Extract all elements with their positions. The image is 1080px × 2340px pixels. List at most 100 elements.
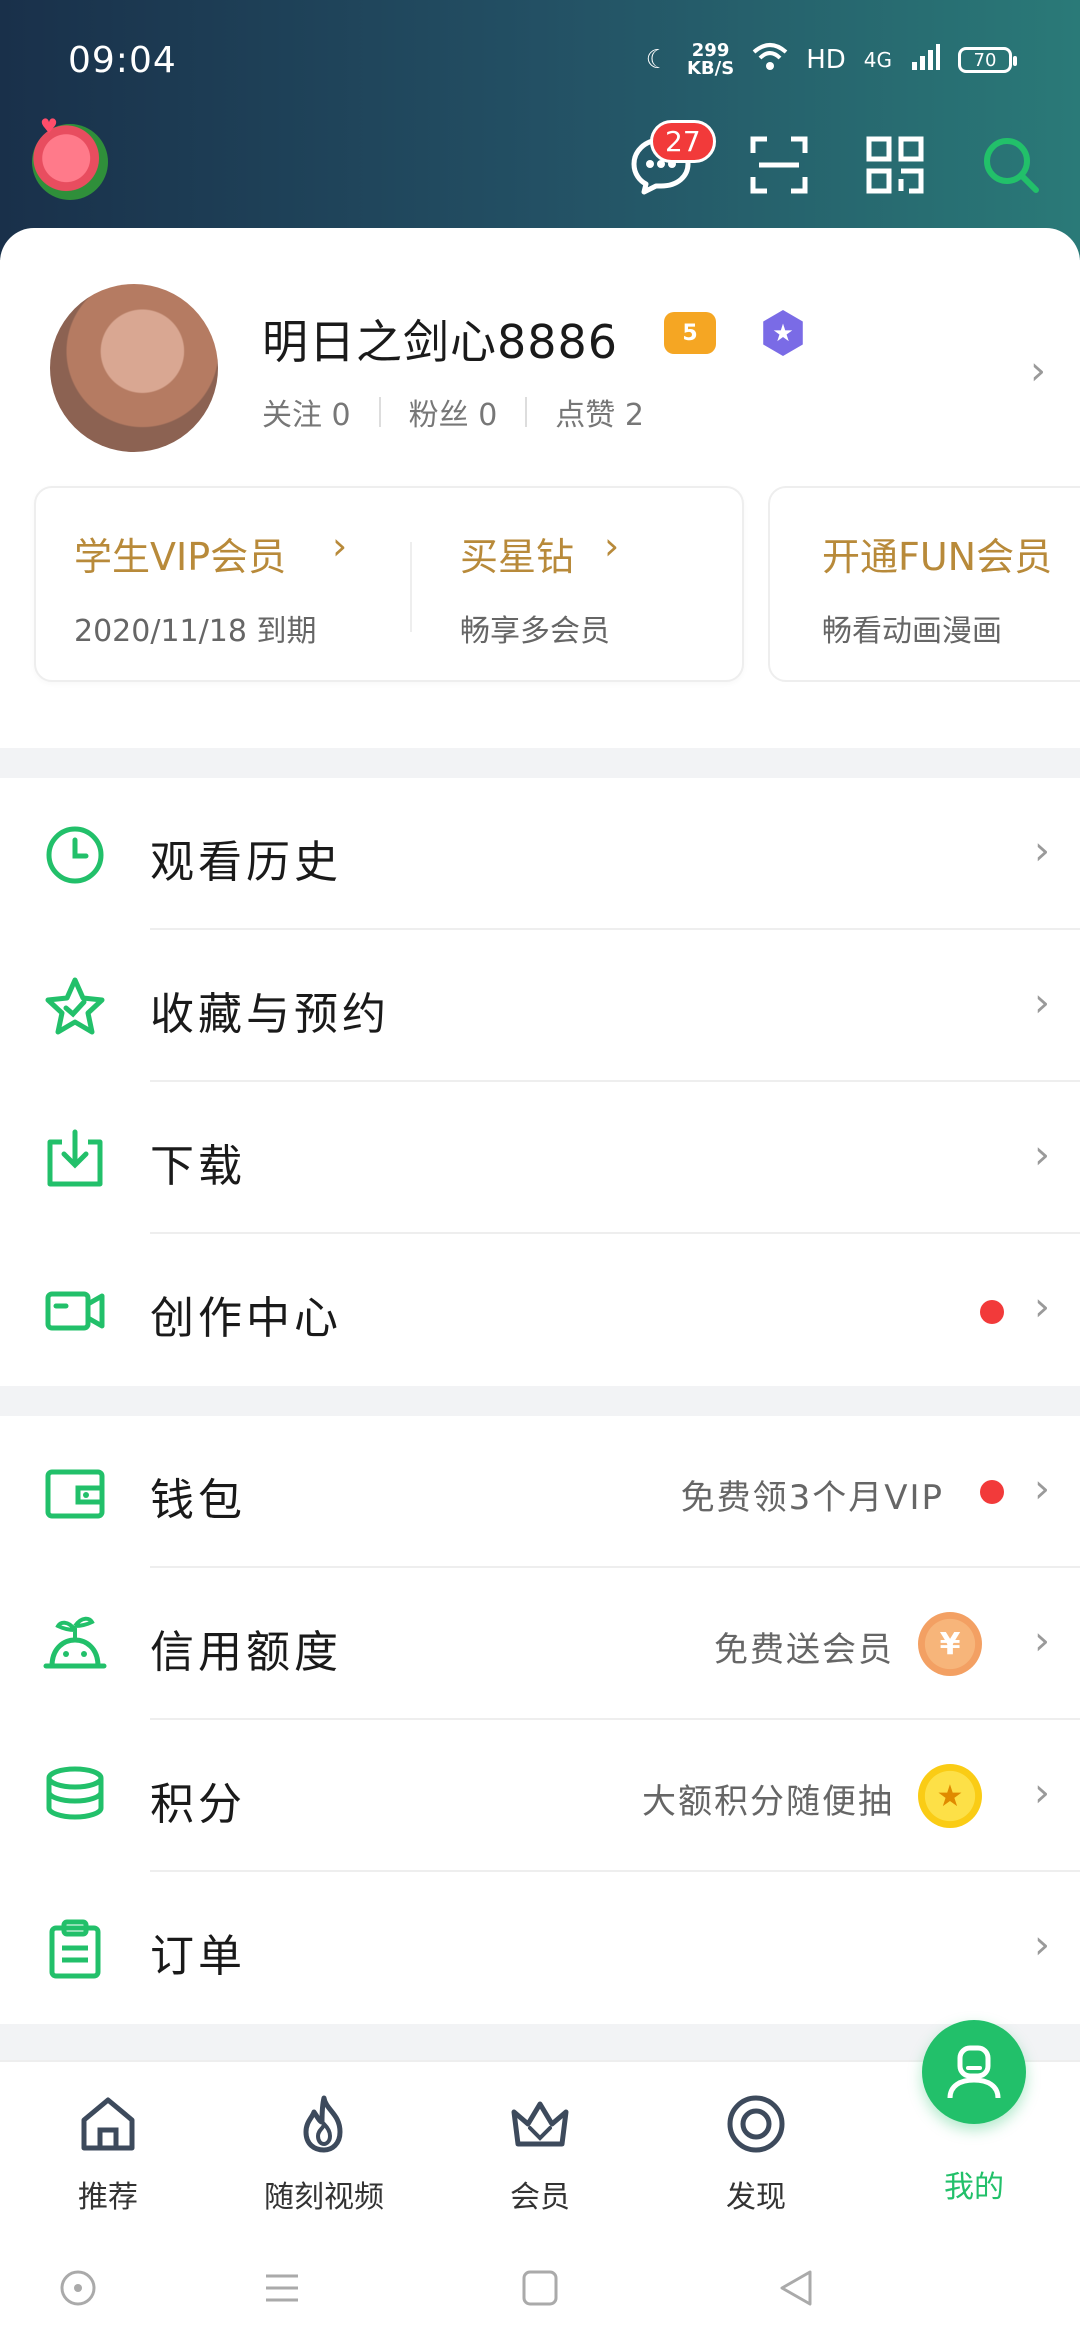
wifi-icon xyxy=(752,42,788,79)
profile-chevron-icon[interactable]: › xyxy=(1030,348,1046,394)
sprout-icon xyxy=(43,1616,107,1669)
menu-item-label: 钱包 xyxy=(150,1475,246,1526)
menu-item-label: 订单 xyxy=(150,1931,246,1982)
menu-item-points[interactable]: 积分 大额积分随便抽 ★ › xyxy=(0,1720,1080,1872)
menu-button-icon[interactable] xyxy=(262,2268,302,2308)
clock-icon xyxy=(46,826,104,884)
menu-item-label: 下载 xyxy=(150,1141,246,1192)
chevron-right-icon: › xyxy=(1034,1466,1050,1512)
profile-avatar[interactable] xyxy=(50,284,218,452)
profile-stats: 关注 0 粉丝 0 点赞 2 xyxy=(262,390,644,434)
menu-item-label: 积分 xyxy=(150,1779,246,1830)
chevron-right-icon: › xyxy=(1034,1132,1050,1178)
stat-fans[interactable]: 粉丝 0 xyxy=(409,390,498,434)
message-badge: 27 xyxy=(650,120,716,163)
search-button[interactable] xyxy=(976,130,1046,200)
star-icon xyxy=(45,977,105,1035)
hd-label: HD xyxy=(806,45,846,75)
app-avatar[interactable]: ♥ xyxy=(32,114,108,200)
nav-item-me[interactable] xyxy=(922,2020,1026,2124)
menu-item-credit[interactable]: 信用额度 免费送会员 ¥ › xyxy=(0,1568,1080,1720)
chevron-right-icon: › xyxy=(1034,980,1050,1026)
assistant-button-icon[interactable] xyxy=(58,2268,98,2308)
menu-item-label: 收藏与预约 xyxy=(150,989,390,1040)
bottom-nav: 推荐 随刻视频 会员 发现 我的 xyxy=(0,2020,1080,2230)
fun-vip-card[interactable]: 开通FUN会员 畅看动画漫画 xyxy=(768,486,1080,682)
menu-item-label: 观看历史 xyxy=(150,837,342,888)
stat-likes[interactable]: 点赞 2 xyxy=(555,390,644,434)
student-vip-expire: 2020/11/18 到期 xyxy=(74,614,317,649)
discover-icon xyxy=(727,2095,785,2153)
buy-star-title: 买星钻 xyxy=(460,535,575,579)
stat-following[interactable]: 关注 0 xyxy=(262,390,351,434)
menu-item-promo: 大额积分随便抽 xyxy=(642,1782,894,1822)
nav-item-me-label: 我的 xyxy=(944,2170,1004,2205)
status-time: 09:04 xyxy=(68,39,177,81)
crown-icon xyxy=(511,2101,569,2147)
chevron-right-icon: › xyxy=(1034,1284,1050,1330)
home-button-icon[interactable] xyxy=(520,2268,560,2308)
red-dot-badge xyxy=(980,1300,1004,1324)
status-icons: ☾ 299 KB/S HD 4G 70 xyxy=(645,40,1017,79)
status-bar: 09:04 ☾ 299 KB/S HD 4G 70 xyxy=(0,0,1080,120)
level-badge: 5 xyxy=(664,312,716,354)
heart-icon: ♥ xyxy=(40,114,58,138)
clipboard-icon xyxy=(49,1919,101,1979)
video-camera-icon xyxy=(45,1291,105,1331)
battery-indicator: 70 xyxy=(958,47,1017,73)
yuan-coin-icon: ¥ xyxy=(918,1612,982,1676)
menu-item-promo: 免费领3个月VIP xyxy=(680,1478,944,1518)
nav-item-recommend[interactable]: 推荐 xyxy=(18,2086,198,2226)
wallet-icon xyxy=(45,1469,105,1519)
menu-item-wallet[interactable]: 钱包 免费领3个月VIP › xyxy=(0,1416,1080,1568)
flame-icon xyxy=(303,2095,343,2153)
star-coin-icon: ★ xyxy=(918,1764,982,1828)
chevron-right-icon: › xyxy=(1034,1922,1050,1968)
chevron-right-icon: › xyxy=(1034,1618,1050,1664)
student-vip-title: 学生VIP会员 xyxy=(74,535,287,579)
network-label: 4G xyxy=(863,48,892,72)
back-button-icon[interactable] xyxy=(776,2268,816,2308)
student-vip-chevron-icon: › xyxy=(332,524,348,568)
header-background: 09:04 ☾ 299 KB/S HD 4G 70 ♥ 27 xyxy=(0,0,1080,260)
stat-divider xyxy=(525,397,528,427)
menu-item-orders[interactable]: 订单 › xyxy=(0,1872,1080,2024)
vip-card: 学生VIP会员 › 2020/11/18 到期 买星钻 › 畅享多会员 xyxy=(34,486,744,682)
menu-item-label: 创作中心 xyxy=(150,1293,342,1344)
home-icon xyxy=(81,2097,135,2151)
stat-divider xyxy=(378,397,381,427)
fun-vip-title: 开通FUN会员 xyxy=(822,535,1053,579)
scan-icon xyxy=(750,136,808,194)
profile-name[interactable]: 明日之剑心8886 xyxy=(262,306,618,372)
menu-item-favorites[interactable]: 收藏与预约 › xyxy=(0,930,1080,1082)
top-actions: ♥ 27 xyxy=(0,114,1080,230)
menu-item-history[interactable]: 观看历史 › xyxy=(0,778,1080,930)
buy-star-chevron-icon: › xyxy=(604,524,620,568)
star-badge-icon: ★ xyxy=(763,310,803,356)
system-nav-bar xyxy=(0,2230,1080,2340)
fun-vip-sub: 畅看动画漫画 xyxy=(822,614,1002,649)
chevron-right-icon: › xyxy=(1034,1770,1050,1816)
nav-item-discover[interactable]: 发现 xyxy=(666,2086,846,2226)
qrcode-button[interactable] xyxy=(860,130,930,200)
menu-item-creator-center[interactable]: 创作中心 › xyxy=(0,1234,1080,1386)
qrcode-icon xyxy=(866,136,924,194)
buy-star-sub: 畅享多会员 xyxy=(460,614,610,649)
coins-stack-icon xyxy=(46,1766,104,1820)
user-icon xyxy=(947,2045,1001,2099)
menu-item-label: 信用额度 xyxy=(150,1627,342,1678)
nav-item-suike-video[interactable]: 随刻视频 xyxy=(234,2086,414,2226)
vip-divider xyxy=(410,542,412,632)
nav-item-vip[interactable]: 会员 xyxy=(450,2086,630,2226)
vip-row: 学生VIP会员 › 2020/11/18 到期 买星钻 › 畅享多会员 开通FU… xyxy=(34,486,1080,686)
scan-button[interactable] xyxy=(744,130,814,200)
red-dot-badge xyxy=(980,1480,1004,1504)
signal-icon xyxy=(910,42,940,79)
menu-item-download[interactable]: 下载 › xyxy=(0,1082,1080,1234)
download-icon xyxy=(47,1129,103,1187)
primary-menu: 观看历史 › 收藏与预约 › 下载 › 创作中心 › xyxy=(0,778,1080,1386)
moon-icon: ☾ xyxy=(645,45,669,75)
search-icon xyxy=(984,138,1039,193)
net-speed: 299 KB/S xyxy=(686,40,735,79)
secondary-menu: 钱包 免费领3个月VIP › 信用额度 免费送会员 ¥ › 积分 大额积分随便抽… xyxy=(0,1416,1080,2024)
